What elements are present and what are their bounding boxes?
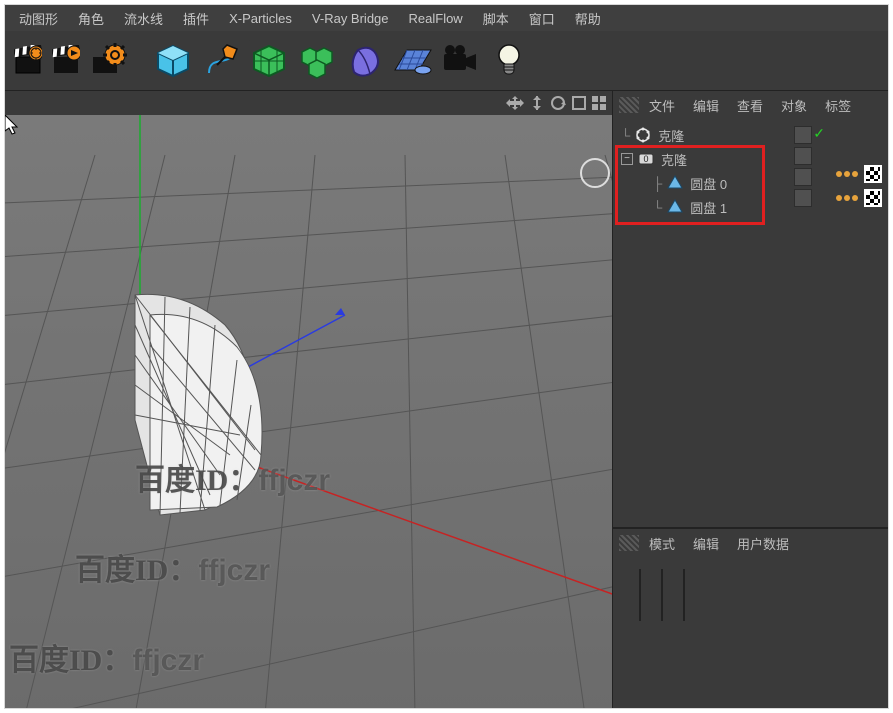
object-manager-tabs: 文件 编辑 查看 对象 标签 <box>613 91 888 119</box>
visibility-toggle[interactable] <box>794 126 812 144</box>
tag-row[interactable] <box>836 189 882 207</box>
tree-node-name[interactable]: 圆盘 1 <box>690 198 727 217</box>
am-tab-edit[interactable]: 编辑 <box>685 530 727 557</box>
tree-node-name[interactable]: 克隆 <box>661 150 687 169</box>
menu-item-xparticles[interactable]: X-Particles <box>219 7 302 30</box>
viewport-layout-icon[interactable] <box>592 96 606 110</box>
tree-row-cloner-top[interactable]: └ 克隆 <box>617 123 884 147</box>
side-panels: 文件 编辑 查看 对象 标签 └ 克隆 − 0 克隆 <box>613 91 888 708</box>
panel-grip-icon[interactable] <box>619 535 639 551</box>
attr-divider <box>639 569 641 621</box>
tree-branch-icon: ├ <box>653 176 662 191</box>
attribute-panel-body <box>613 557 888 708</box>
clapper-b-icon <box>52 45 80 77</box>
mograph-icon <box>298 42 336 80</box>
tree-node-name[interactable]: 圆盘 0 <box>690 174 727 193</box>
render-pv-button[interactable] <box>49 39 83 83</box>
menu-item-mograph[interactable]: 动图形 <box>9 5 68 32</box>
subdiv-icon <box>250 42 288 80</box>
am-tab-mode[interactable]: 模式 <box>641 530 683 557</box>
viewport-3d[interactable]: 百度ID：ffjczr 百度ID：ffjczr 百度ID：ffjczr <box>5 115 612 708</box>
menu-item-realflow[interactable]: RealFlow <box>399 7 473 30</box>
light-button[interactable] <box>487 39 531 83</box>
visibility-toggle[interactable] <box>794 147 812 165</box>
pen-icon <box>203 43 239 79</box>
camera-icon <box>442 44 480 78</box>
om-tab-file[interactable]: 文件 <box>641 92 683 119</box>
camera-button[interactable] <box>439 39 483 83</box>
generator-button[interactable] <box>247 39 291 83</box>
deformer-button[interactable] <box>343 39 387 83</box>
poly-icon <box>666 174 684 192</box>
viewport-scene-icon <box>5 115 612 708</box>
object-tree[interactable]: └ 克隆 − 0 克隆 ├ 圆盘 0 └ <box>613 119 888 529</box>
light-icon <box>494 42 524 80</box>
viewport-zoom-icon[interactable] <box>530 96 544 110</box>
mograph-button[interactable] <box>295 39 339 83</box>
tree-branch-icon: └ <box>621 128 630 143</box>
floor-icon <box>393 44 433 78</box>
menu-item-vray[interactable]: V-Ray Bridge <box>302 7 399 30</box>
om-tab-object[interactable]: 对象 <box>773 92 815 119</box>
spline-button[interactable] <box>199 39 243 83</box>
tree-node-name[interactable]: 克隆 <box>658 126 684 145</box>
attribute-manager-tabs: 模式 编辑 用户数据 <box>613 529 888 557</box>
viewport-move-icon[interactable] <box>506 96 524 110</box>
gear-big-icon <box>91 43 127 79</box>
viewport-controls <box>5 91 612 115</box>
menu-item-help[interactable]: 帮助 <box>565 5 611 32</box>
svg-text:0: 0 <box>643 154 648 164</box>
visibility-column <box>794 123 828 210</box>
primitive-button[interactable] <box>151 39 195 83</box>
menu-item-window[interactable]: 窗口 <box>519 5 565 32</box>
cloner-icon <box>634 126 652 144</box>
om-tab-edit[interactable]: 编辑 <box>685 92 727 119</box>
clapper-a-icon <box>14 45 42 77</box>
tags-column <box>836 165 882 207</box>
dynamics-tag-icon[interactable] <box>836 195 858 201</box>
texture-tag-icon[interactable] <box>864 189 882 207</box>
om-tab-tags[interactable]: 标签 <box>817 92 859 119</box>
viewport-frame-icon[interactable] <box>572 96 586 110</box>
deformer-icon <box>346 42 384 80</box>
om-tab-view[interactable]: 查看 <box>729 92 771 119</box>
panel-grip-icon[interactable] <box>619 97 639 113</box>
dynamics-tag-icon[interactable] <box>836 171 858 177</box>
viewport-panel: 百度ID：ffjczr 百度ID：ffjczr 百度ID：ffjczr <box>5 91 613 708</box>
render-view-button[interactable] <box>11 39 45 83</box>
menu-item-script[interactable]: 脚本 <box>473 5 519 32</box>
attr-divider <box>683 569 685 621</box>
tree-branch-icon: └ <box>653 200 662 215</box>
app-window: 动图形 角色 流水线 插件 X-Particles V-Ray Bridge R… <box>4 4 889 709</box>
attr-divider <box>661 569 663 621</box>
menu-bar: 动图形 角色 流水线 插件 X-Particles V-Ray Bridge R… <box>5 5 888 31</box>
poly-icon <box>666 198 684 216</box>
render-settings-button[interactable] <box>87 39 131 83</box>
null-icon: 0 <box>637 150 655 168</box>
viewport-rotate-icon[interactable] <box>550 95 566 111</box>
environment-button[interactable] <box>391 39 435 83</box>
texture-tag-icon[interactable] <box>864 165 882 183</box>
tree-expander[interactable]: − <box>621 153 633 165</box>
menu-item-character[interactable]: 角色 <box>68 5 114 32</box>
menu-item-pipeline[interactable]: 流水线 <box>114 5 173 32</box>
workspace: 百度ID：ffjczr 百度ID：ffjczr 百度ID：ffjczr 文件 编… <box>5 91 888 708</box>
toolbar <box>5 31 888 91</box>
cube-icon <box>154 42 192 80</box>
visibility-toggle[interactable] <box>794 168 812 186</box>
menu-item-plugins[interactable]: 插件 <box>173 5 219 32</box>
tag-row[interactable] <box>836 165 882 183</box>
am-tab-userdata[interactable]: 用户数据 <box>729 530 797 557</box>
visibility-toggle[interactable] <box>794 189 812 207</box>
